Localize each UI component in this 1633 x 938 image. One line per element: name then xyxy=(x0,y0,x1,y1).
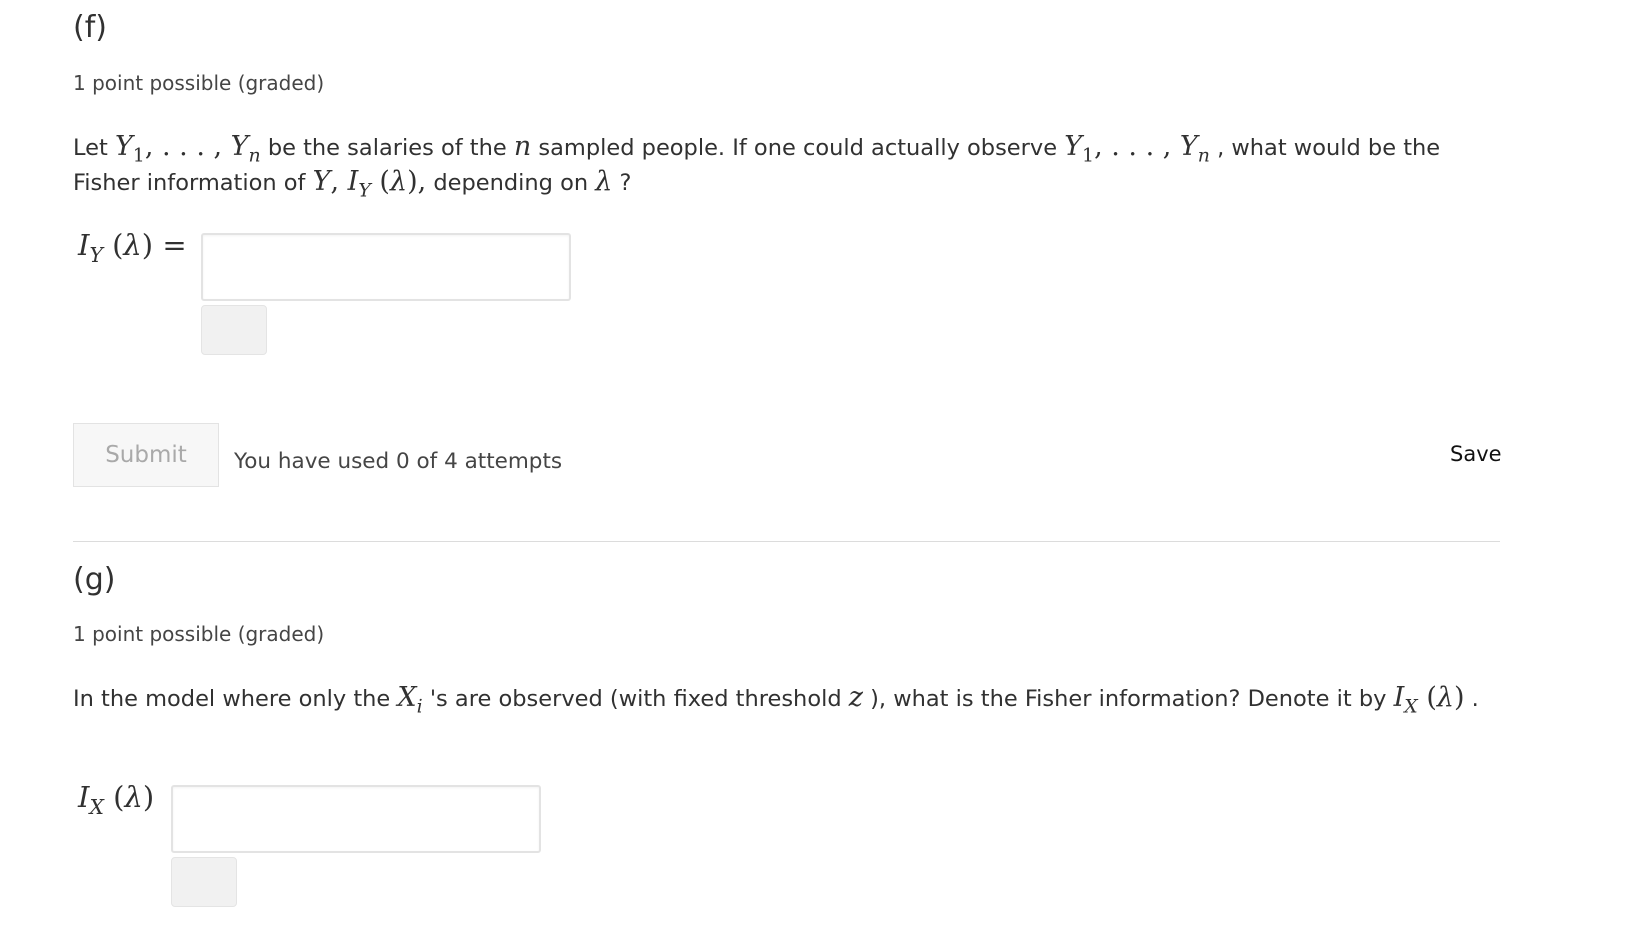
answer-g-preview xyxy=(171,857,237,907)
answer-f-label: IY (λ) = xyxy=(78,228,187,268)
math-y-iy-lambda: Y, IY (λ), xyxy=(312,166,427,202)
problem-f-title: (f) xyxy=(73,10,107,45)
stem-text: ), what is the Fisher information? Denot… xyxy=(863,686,1394,712)
stem-text: depending on xyxy=(433,170,596,196)
stem-text: Let xyxy=(73,135,115,161)
stem-text: . xyxy=(1464,686,1479,712)
math-y1-to-yn-observed: Y1, . . . , Yn xyxy=(1064,131,1210,167)
problem-g-title: (g) xyxy=(73,562,116,597)
answer-f-input[interactable] xyxy=(201,233,571,301)
stem-text: be the salaries of the xyxy=(260,135,514,161)
problem-f-stem: Let Y1, . . . , Yn be the salaries of th… xyxy=(73,130,1493,200)
stem-text: 's are observed (with fixed threshold xyxy=(422,686,849,712)
answer-g-label: IX (λ) xyxy=(78,780,155,820)
math-n: n xyxy=(513,131,532,162)
problem-g-meta: 1 point possible (graded) xyxy=(73,622,325,646)
attempts-text: You have used 0 of 4 attempts xyxy=(234,449,563,474)
section-divider xyxy=(73,541,1500,542)
problem-g-stem: In the model where only the Xi 's are ob… xyxy=(73,681,1493,716)
answer-g-input[interactable] xyxy=(171,785,541,853)
submit-button[interactable]: Submit xyxy=(73,423,219,487)
math-xi: Xi xyxy=(397,682,423,718)
math-z: z xyxy=(848,682,863,713)
math-lambda: λ xyxy=(595,166,613,197)
problem-f-meta: 1 point possible (graded) xyxy=(73,71,325,95)
answer-f-preview xyxy=(201,305,267,355)
math-ix-lambda: IX (λ) xyxy=(1393,682,1465,718)
stem-text: ? xyxy=(612,170,632,196)
save-button[interactable]: Save xyxy=(1450,442,1502,466)
math-y1-to-yn: Y1, . . . , Yn xyxy=(114,131,261,167)
stem-text: sampled people. If one could actually ob… xyxy=(531,135,1065,161)
stem-text: In the model where only the xyxy=(73,686,398,712)
